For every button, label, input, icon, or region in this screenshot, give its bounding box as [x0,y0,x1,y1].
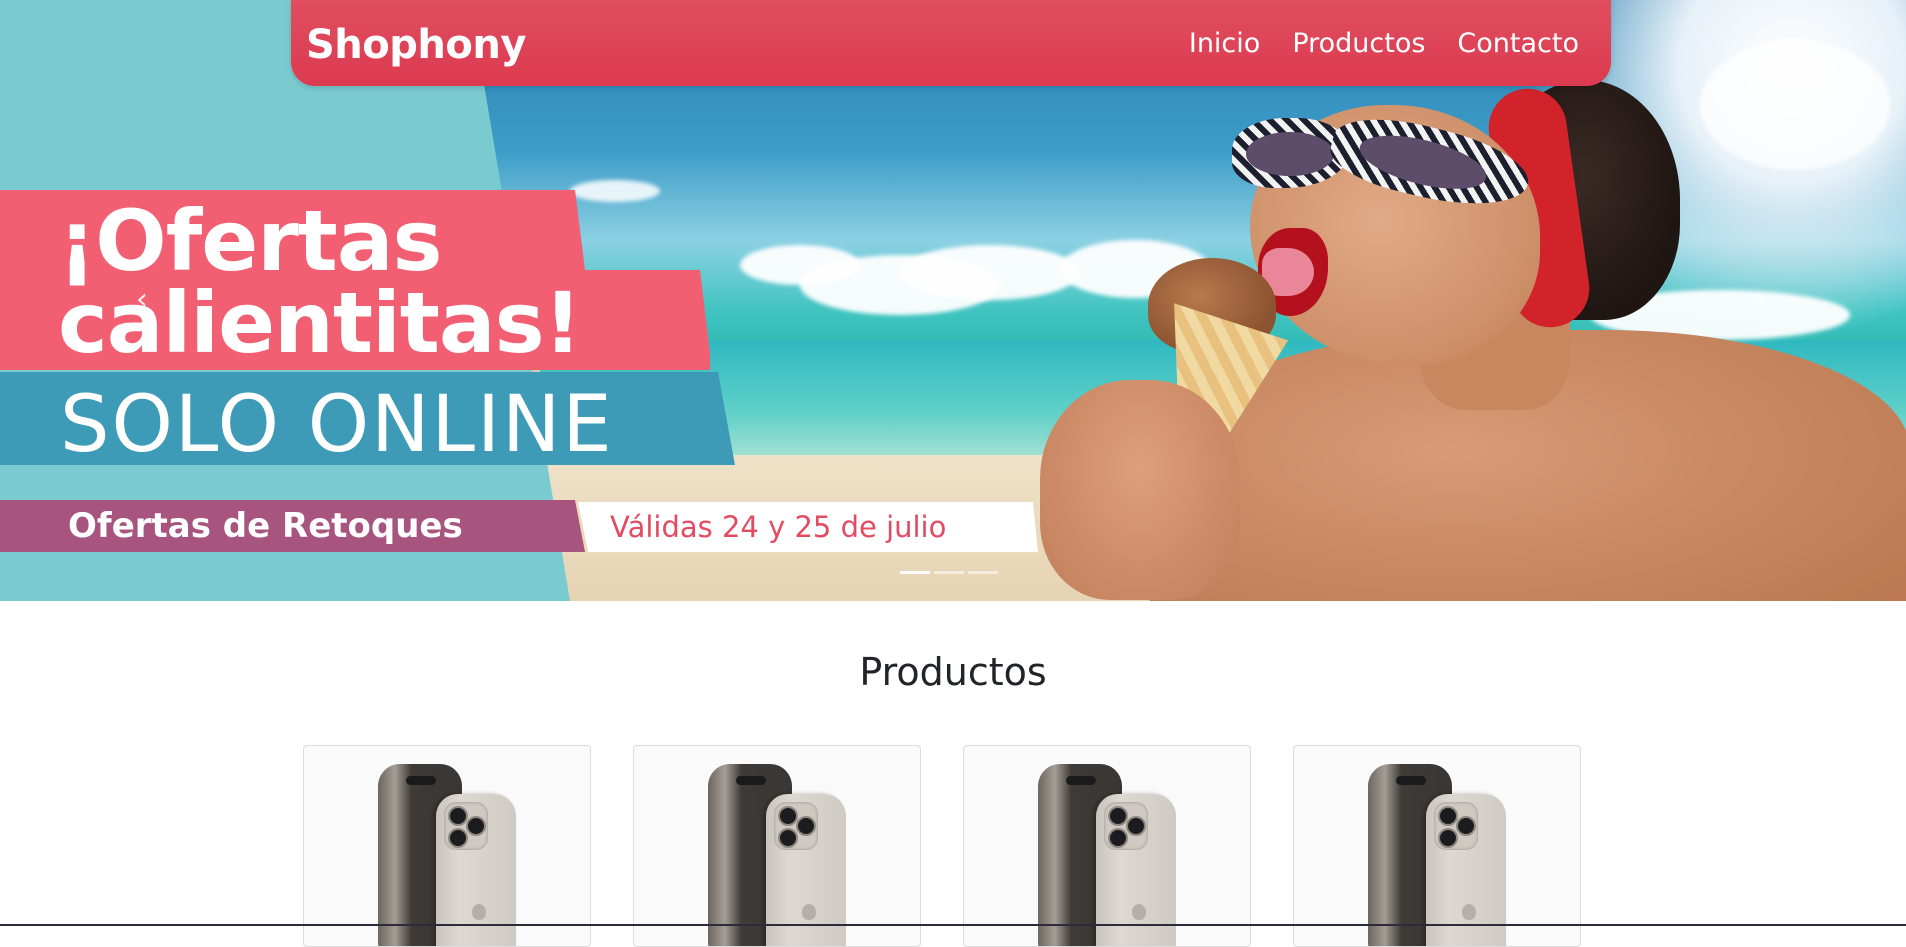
chevron-left-icon: ‹ [136,282,148,317]
promo-tag-right-text: Válidas 24 y 25 de julio [610,510,947,544]
navbar: Shophony Inicio Productos Contacto [291,0,1611,86]
promo-subtitle-band: SOLO ONLINE [0,372,735,465]
products-section-title: Productos [859,650,1047,694]
product-card[interactable] [303,745,591,947]
product-card[interactable] [963,745,1251,947]
cloud [570,180,660,202]
nav-link-contacto[interactable]: Contacto [1457,28,1579,59]
cloud [1700,40,1890,170]
apple-logo-icon [1462,904,1476,920]
promo-title-line1: ¡Ofertas [58,192,443,290]
product-card[interactable] [633,745,921,947]
hand [1040,380,1240,600]
product-card[interactable] [1293,745,1581,947]
nav-link-productos[interactable]: Productos [1292,28,1425,59]
apple-logo-icon [802,904,816,920]
chevron-right-icon: › [1754,282,1766,317]
carousel-next-button[interactable]: › [1740,280,1780,320]
apple-logo-icon [1132,904,1146,920]
cloud [900,245,1080,300]
apple-logo-icon [472,904,486,920]
carousel-indicators [900,571,998,574]
promo-tag-left-text: Ofertas de Retoques [68,506,463,546]
carousel-indicator[interactable] [934,571,964,574]
promo-tag-right: Válidas 24 y 25 de julio [578,502,1038,552]
promo-tag-left: Ofertas de Retoques [0,500,585,552]
nav-links: Inicio Productos Contacto [1189,28,1579,59]
product-grid [303,745,1581,947]
carousel-indicator[interactable] [900,571,930,574]
carousel-prev-button[interactable]: ‹ [122,280,162,320]
promo-subtitle: SOLO ONLINE [60,380,614,470]
nav-link-inicio[interactable]: Inicio [1189,28,1260,59]
hero-carousel: ¡Ofertas calientitas! SOLO ONLINE Oferta… [0,0,1906,601]
brand-logo-link[interactable]: Shophony [306,22,526,68]
carousel-indicator[interactable] [968,571,998,574]
